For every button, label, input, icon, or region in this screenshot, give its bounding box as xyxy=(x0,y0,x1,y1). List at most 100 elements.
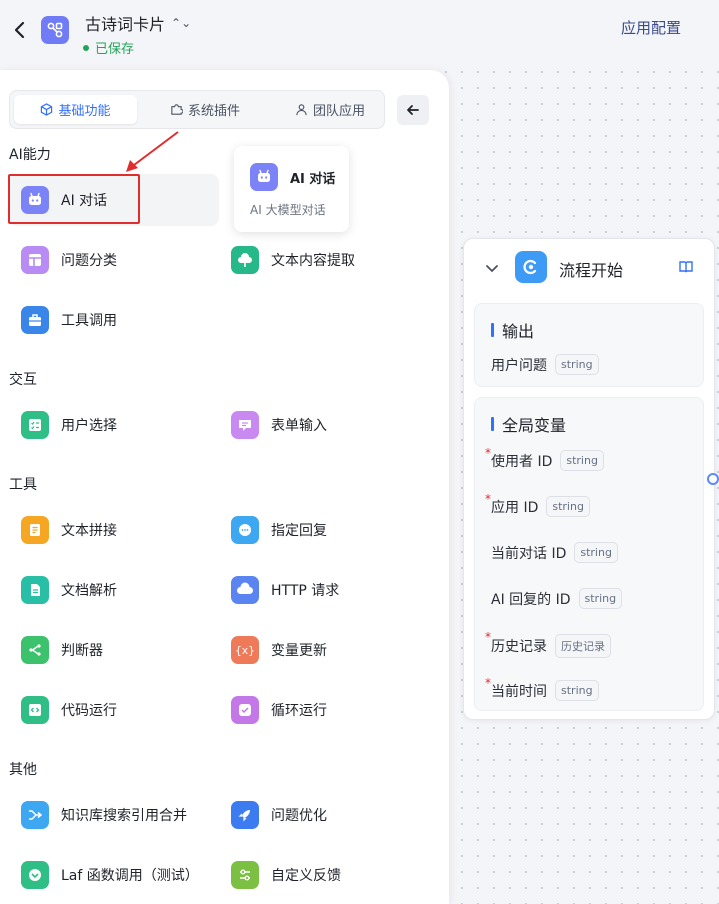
output-title: 输出 xyxy=(491,318,534,342)
node-output-handle[interactable] xyxy=(707,473,719,485)
tab-team-apps[interactable]: 团队应用 xyxy=(285,95,375,124)
node-item-kb-merge[interactable]: 知识库搜索引用合并 xyxy=(9,789,219,841)
global-var-user-id: * 使用者 ID string xyxy=(485,446,604,471)
global-var-chat-id: 当前对话 ID string xyxy=(491,542,618,563)
form-icon xyxy=(231,411,259,439)
node-item-tool-call[interactable]: 工具调用 xyxy=(9,294,219,346)
section-interact: 交互 xyxy=(9,372,37,388)
var-type-tag: string xyxy=(555,354,599,375)
chevron-down-icon xyxy=(486,265,498,273)
required-mark: * xyxy=(485,492,491,506)
app-logo-icon xyxy=(41,16,69,44)
node-item-classify[interactable]: 问题分类 xyxy=(9,234,219,286)
node-item-label: 自定义反馈 xyxy=(271,868,341,884)
node-tooltip: AI 对话 AI 大模型对话 xyxy=(234,146,349,232)
var-type-tag: string xyxy=(560,450,604,471)
node-item-extract[interactable]: 文本内容提取 xyxy=(219,234,429,286)
saved-status: 已保存 xyxy=(83,38,134,57)
var-type-tag: string xyxy=(546,496,590,517)
required-mark: * xyxy=(485,676,491,690)
node-item-label: 指定回复 xyxy=(271,523,327,539)
tooltip-title: AI 对话 xyxy=(290,172,336,187)
checklist-icon xyxy=(21,411,49,439)
collapse-node-button[interactable] xyxy=(484,260,500,280)
node-item-label: 问题优化 xyxy=(271,808,327,824)
app-config-button[interactable]: 应用配置 xyxy=(621,17,681,38)
http-cloud-icon xyxy=(231,576,259,604)
back-button[interactable] xyxy=(10,18,30,42)
node-item-label: 问题分类 xyxy=(61,253,117,269)
node-item-loop-run[interactable]: 循环运行 xyxy=(219,684,429,736)
node-item-text-concat[interactable]: 文本拼接 xyxy=(9,504,219,556)
global-vars-title: 全局变量 xyxy=(491,412,566,436)
output-title-text: 输出 xyxy=(502,322,535,341)
chevron-left-icon xyxy=(14,21,25,39)
var-type-tag: string xyxy=(574,542,618,563)
node-item-form-input[interactable]: 表单输入 xyxy=(219,399,429,451)
section-tools: 工具 xyxy=(9,477,37,493)
user-icon xyxy=(296,104,307,116)
node-item-label: 判断器 xyxy=(61,643,103,659)
node-item-label: 表单输入 xyxy=(271,418,327,434)
var-name: 当前对话 ID xyxy=(491,545,567,562)
switch-caret-icon: ⌃⌄ xyxy=(171,16,192,30)
var-name: AI 回复的 ID xyxy=(491,591,571,608)
node-item-label: 文本拼接 xyxy=(61,523,117,539)
arrow-left-icon xyxy=(407,105,419,115)
branch-icon xyxy=(21,636,49,664)
node-item-label: 用户选择 xyxy=(61,418,117,434)
var-name: 应用 ID xyxy=(491,499,539,516)
node-item-user-select[interactable]: 用户选择 xyxy=(9,399,219,451)
node-item-laf[interactable]: Laf 函数调用（测试） xyxy=(9,849,219,901)
tab-plugins[interactable]: 系统插件 xyxy=(160,95,250,124)
annotation-arrow xyxy=(126,131,179,172)
variable-icon: {x} xyxy=(231,636,259,664)
loop-check-icon xyxy=(231,696,259,724)
node-item-judge[interactable]: 判断器 xyxy=(9,624,219,676)
node-item-label: 循环运行 xyxy=(271,703,327,719)
tab-basic-label: 基础功能 xyxy=(58,104,111,119)
node-item-label: 代码运行 xyxy=(61,703,117,719)
node-title: 流程开始 xyxy=(559,261,624,280)
sliders-icon xyxy=(231,861,259,889)
var-type-tag: string xyxy=(555,680,599,701)
top-header: 古诗词卡片 ⌃⌄ 已保存 应用配置 xyxy=(0,0,719,60)
var-type-tag: 历史记录 xyxy=(555,634,611,658)
node-item-optimize[interactable]: 问题优化 xyxy=(219,789,429,841)
tab-plugins-label: 系统插件 xyxy=(188,104,241,119)
global-var-current-time: * 当前时间 string xyxy=(485,676,599,701)
required-mark: * xyxy=(485,630,491,644)
node-item-code-run[interactable]: 代码运行 xyxy=(9,684,219,736)
flow-start-node[interactable]: 流程开始 输出 用户问题 string 全局变量 * 使用者 ID string… xyxy=(463,238,715,720)
node-item-feedback[interactable]: 自定义反馈 xyxy=(219,849,429,901)
docs-button[interactable] xyxy=(678,259,694,279)
node-item-label: Laf 函数调用（测试） xyxy=(61,868,199,884)
puzzle-icon xyxy=(171,104,183,115)
cloud-extract-icon xyxy=(231,246,259,274)
merge-icon xyxy=(21,801,49,829)
global-var-response-id: AI 回复的 ID string xyxy=(491,588,623,609)
app-title[interactable]: 古诗词卡片 ⌃⌄ xyxy=(85,11,191,35)
node-item-http[interactable]: HTTP 请求 xyxy=(219,564,429,616)
node-item-var-update[interactable]: {x} 变量更新 xyxy=(219,624,429,676)
global-var-app-id: * 应用 ID string xyxy=(485,492,590,517)
node-item-label: 文本内容提取 xyxy=(271,253,355,269)
saved-dot-icon xyxy=(83,44,89,51)
flow-start-icon xyxy=(515,251,547,283)
app-title-text: 古诗词卡片 xyxy=(85,15,166,34)
global-vars-section: 全局变量 * 使用者 ID string * 应用 ID string 当前对话… xyxy=(474,397,704,711)
section-other: 其他 xyxy=(9,762,37,778)
var-name: 使用者 ID xyxy=(491,453,553,470)
var-name: 用户问题 xyxy=(491,357,547,374)
node-item-reply[interactable]: 指定回复 xyxy=(219,504,429,556)
section-ai: AI能力 xyxy=(9,147,51,163)
node-item-doc-parse[interactable]: 文档解析 xyxy=(9,564,219,616)
global-var-history: * 历史记录 历史记录 xyxy=(485,630,611,658)
rocket-icon xyxy=(231,801,259,829)
code-icon xyxy=(21,696,49,724)
tab-basic[interactable]: 基础功能 xyxy=(14,95,137,124)
node-item-label: 变量更新 xyxy=(271,643,327,659)
cube-icon xyxy=(41,103,53,116)
toolbox-icon xyxy=(21,306,49,334)
collapse-panel-button[interactable] xyxy=(397,95,429,125)
